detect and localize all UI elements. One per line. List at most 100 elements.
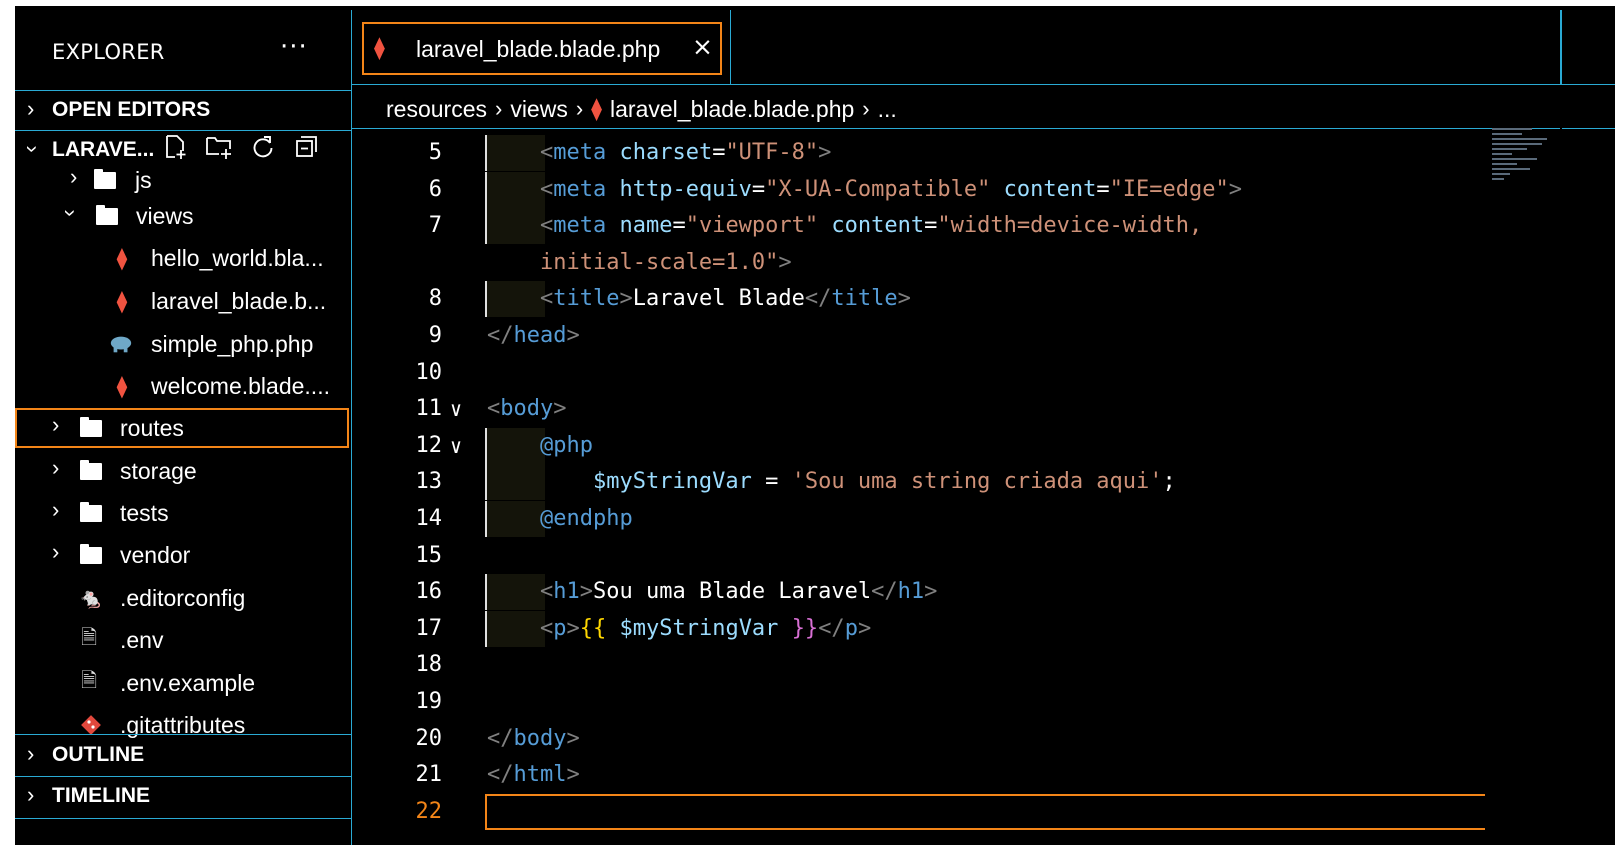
tree-item-editorconfig[interactable]: 🐁 .editorconfig [15, 578, 349, 618]
code-token: html [513, 762, 567, 788]
breadcrumb-item[interactable]: ... [878, 96, 897, 123]
minimap[interactable] [1492, 128, 1552, 218]
file-icon: 🗎 [80, 627, 98, 649]
code-line[interactable]: 16 <h1>Sou uma Blade Laravel</h1> [352, 574, 1615, 611]
code-token: > [857, 615, 872, 641]
code-token: "viewport" [685, 213, 819, 239]
code-line[interactable]: 22 [352, 793, 1615, 830]
chevron-down-icon: › [20, 145, 46, 153]
code-line[interactable]: 13 $myStringVar = 'Sou uma string criada… [352, 464, 1615, 501]
code-text: @php [487, 428, 593, 464]
line-number: 22 [415, 798, 443, 824]
tree-item-simple-php[interactable]: simple_php.php [15, 324, 349, 364]
timeline-section[interactable]: › TIMELINE [15, 776, 351, 819]
breadcrumb-item[interactable]: laravel_blade.blade.php [610, 96, 854, 123]
code-text: </body> [487, 721, 580, 757]
code-editor[interactable]: 5 <meta charset="UTF-8"> 6 <meta http-equ… [352, 128, 1615, 845]
code-line[interactable]: 10 [352, 355, 1615, 391]
code-token: meta [553, 176, 607, 202]
tab-laravel-blade[interactable]: ⧫ laravel_blade.blade.php × [362, 22, 722, 75]
new-folder-icon[interactable] [204, 132, 234, 162]
collapse-all-icon[interactable] [292, 132, 322, 162]
editor-pane: ⧫ laravel_blade.blade.php × resources › … [352, 10, 1615, 845]
tree-item-laravel-blade[interactable]: ⧫ laravel_blade.b... [15, 281, 349, 321]
refresh-icon[interactable] [248, 132, 278, 162]
tree-item-views[interactable]: › views [15, 196, 349, 236]
chevron-right-icon: › [52, 539, 60, 564]
code-token: "width=device-width, [937, 213, 1203, 239]
tree-item-hello-world[interactable]: ⧫ hello_world.bla... [15, 238, 349, 278]
laravel-icon: ⧫ [117, 290, 127, 313]
code-line[interactable]: 6 <meta http-equiv="X-UA-Compatible" con… [352, 171, 1615, 208]
tree-item-routes[interactable]: › routes [15, 408, 349, 448]
code-token: http-equiv [619, 176, 752, 202]
code-token: @endphp [487, 506, 633, 531]
tree-item-storage[interactable]: › storage [15, 451, 349, 491]
tree-item-env[interactable]: 🗎 .env [15, 620, 349, 660]
code-token: ; [1162, 469, 1176, 495]
file-icon: 🗎 [80, 670, 98, 692]
code-text: <meta name="viewport" content="width=dev… [487, 208, 1202, 244]
new-file-icon[interactable] [160, 132, 190, 162]
tree-item-env-example[interactable]: 🗎 .env.example [15, 663, 349, 703]
code-line[interactable]: 18 [352, 647, 1615, 683]
tab-label: laravel_blade.blade.php [416, 36, 661, 62]
code-line[interactable]: 21 </html> [352, 757, 1615, 793]
fold-chevron-icon[interactable]: ∨ [450, 391, 462, 427]
open-editors-section[interactable]: › OPEN EDITORS [15, 90, 351, 131]
code-text: <p>{{ $myStringVar }}</p> [487, 611, 871, 647]
tree-item-label: welcome.blade.... [151, 373, 330, 399]
code-token: < [487, 176, 554, 202]
code-line[interactable]: 19 [352, 684, 1615, 720]
code-line[interactable]: 20 </body> [352, 721, 1615, 757]
code-token: title [553, 286, 620, 312]
code-line[interactable]: initial-scale=1.0"> [352, 245, 1615, 281]
chevron-right-icon: › [27, 96, 35, 121]
chevron-right-icon: › [52, 497, 60, 522]
code-line[interactable]: 12 ∨ @php [352, 427, 1615, 464]
breadcrumb-item[interactable]: views [510, 96, 568, 123]
close-icon[interactable]: × [692, 32, 713, 61]
code-token: > [818, 140, 832, 165]
tree-item-vendor[interactable]: › vendor [15, 535, 349, 575]
code-line[interactable]: 7 <meta name="viewport" content="width=d… [352, 208, 1615, 245]
chevron-right-icon: › [575, 96, 584, 121]
tree-item-tests[interactable]: › tests [15, 493, 349, 533]
tree-item-label: js [135, 168, 152, 193]
code-line[interactable]: 5 <meta charset="UTF-8"> [352, 135, 1615, 171]
code-line[interactable]: 8 <title>Laravel Blade</title> [352, 281, 1615, 318]
code-token: > [566, 725, 580, 751]
outline-section[interactable]: › OUTLINE [15, 734, 351, 777]
code-line[interactable]: 9 </head> [352, 318, 1615, 354]
code-token: $myStringVar [592, 469, 752, 495]
code-token: </ [871, 579, 898, 605]
line-number: 5 [428, 140, 442, 165]
code-token: = [672, 213, 686, 239]
code-token: > [619, 286, 633, 312]
code-token: content [1003, 176, 1097, 202]
code-token: h1 [553, 579, 580, 605]
line-number: 10 [415, 359, 443, 385]
code-token: = [924, 213, 938, 239]
tab-divider [730, 10, 731, 84]
code-text: initial-scale=1.0"> [487, 245, 792, 281]
more-actions-icon[interactable]: ··· [280, 32, 308, 62]
code-line[interactable]: 14 @endphp [352, 501, 1615, 537]
line-number: 8 [428, 286, 442, 312]
code-line[interactable]: 11 ∨ <body> [352, 391, 1615, 427]
code-text: $myStringVar = 'Sou uma string criada aq… [487, 464, 1176, 500]
open-editors-label: OPEN EDITORS [52, 98, 211, 121]
fold-chevron-icon[interactable]: ∨ [450, 428, 462, 464]
code-line[interactable]: 15 [352, 538, 1615, 574]
code-token: meta [553, 213, 607, 239]
code-line[interactable]: 17 <p>{{ $myStringVar }}</p> [352, 610, 1615, 647]
tree-item-welcome[interactable]: ⧫ welcome.blade.... [15, 366, 349, 406]
code-token: > [1228, 176, 1243, 202]
folder-icon [79, 459, 103, 483]
breadcrumb-item[interactable]: resources [386, 96, 487, 123]
code-token: > [579, 579, 593, 605]
project-section[interactable]: › LARAVE... [15, 130, 351, 168]
